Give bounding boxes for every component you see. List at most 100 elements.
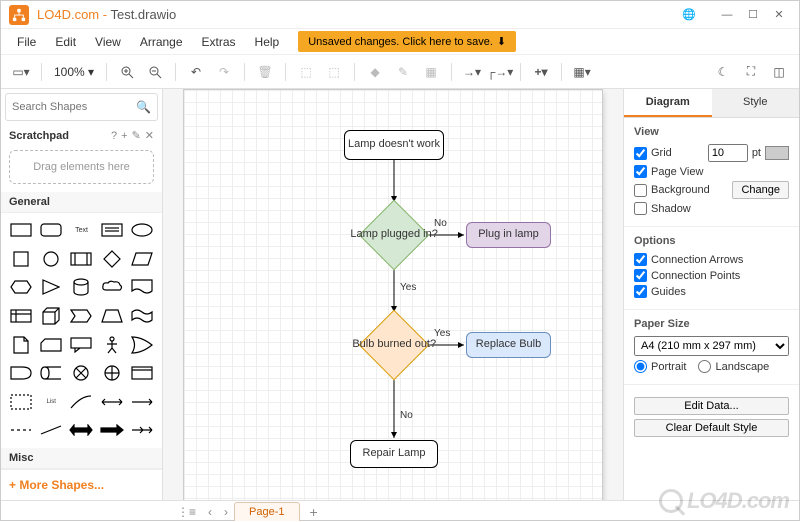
change-bg-button[interactable]: Change — [732, 181, 789, 199]
shape-triangle[interactable] — [37, 274, 65, 300]
delete-button[interactable]: 🗑 — [253, 60, 277, 84]
node-replace[interactable]: Replace Bulb — [466, 332, 551, 358]
shape-curve[interactable] — [67, 389, 95, 415]
maximize-button[interactable]: ☐ — [741, 8, 765, 21]
shape-trapezoid[interactable] — [98, 303, 126, 329]
node-start[interactable]: Lamp doesn't work — [344, 130, 444, 160]
waypoint-button[interactable]: ┌→▾ — [488, 60, 512, 84]
shape-link[interactable] — [128, 417, 156, 443]
shape-dashline[interactable] — [7, 417, 35, 443]
menu-view[interactable]: View — [87, 32, 129, 52]
shape-biarrow[interactable] — [98, 389, 126, 415]
shape-line[interactable] — [37, 417, 65, 443]
shape-and[interactable] — [7, 360, 35, 386]
next-page-button[interactable]: › — [218, 505, 234, 519]
grid-size-input[interactable] — [708, 144, 748, 162]
shape-text[interactable]: Text — [67, 217, 95, 243]
shape-parallelogram[interactable] — [128, 246, 156, 272]
pageview-checkbox[interactable] — [634, 165, 647, 178]
menu-arrange[interactable]: Arrange — [132, 32, 191, 52]
shape-cylinder[interactable] — [67, 274, 95, 300]
tab-diagram[interactable]: Diagram — [624, 89, 712, 117]
minimize-button[interactable]: — — [715, 9, 739, 21]
view-mode-button[interactable]: ▭▾ — [9, 60, 33, 84]
zoom-out-button[interactable] — [143, 60, 167, 84]
connection-button[interactable]: →▾ — [460, 60, 484, 84]
edit-icon[interactable]: ✎ — [132, 129, 141, 142]
add-page-button[interactable]: + — [300, 504, 328, 520]
canvas-page[interactable]: Lamp doesn't work Lamp plugged in? No Pl… — [183, 89, 603, 500]
canvas-area[interactable]: Lamp doesn't work Lamp plugged in? No Pl… — [163, 89, 623, 500]
menu-file[interactable]: File — [9, 32, 44, 52]
page-tab-1[interactable]: Page-1 — [234, 502, 299, 521]
portrait-radio[interactable] — [634, 360, 647, 373]
edit-data-button[interactable]: Edit Data... — [634, 397, 789, 415]
shape-arrow[interactable] — [128, 389, 156, 415]
help-icon[interactable]: ? — [111, 130, 117, 142]
zoom-in-button[interactable] — [115, 60, 139, 84]
shape-circle[interactable] — [37, 246, 65, 272]
shape-cube[interactable] — [37, 303, 65, 329]
shape-list2[interactable]: List — [37, 389, 65, 415]
add-icon[interactable]: + — [121, 130, 127, 142]
landscape-radio[interactable] — [698, 360, 711, 373]
undo-button[interactable]: ↶ — [184, 60, 208, 84]
shape-or[interactable] — [128, 332, 156, 358]
fill-color-button[interactable]: ◆ — [363, 60, 387, 84]
table-button[interactable]: ▦▾ — [570, 60, 594, 84]
insert-button[interactable]: +▾ — [529, 60, 553, 84]
conn-points-checkbox[interactable] — [634, 269, 647, 282]
shape-callout[interactable] — [67, 332, 95, 358]
grid-color-swatch[interactable] — [765, 146, 789, 160]
shape-diamond[interactable] — [98, 246, 126, 272]
menu-help[interactable]: Help — [247, 32, 288, 52]
shape-container[interactable] — [128, 360, 156, 386]
section-misc[interactable]: Misc — [1, 448, 162, 469]
shadow-checkbox[interactable] — [634, 202, 647, 215]
shape-document[interactable] — [128, 274, 156, 300]
shape-note[interactable] — [7, 332, 35, 358]
shape-hexagon[interactable] — [7, 274, 35, 300]
shape-list[interactable] — [7, 389, 35, 415]
search-input[interactable] — [12, 101, 136, 113]
tab-style[interactable]: Style — [712, 89, 800, 117]
close-button[interactable]: ✕ — [767, 8, 791, 21]
node-plugin[interactable]: Plug in lamp — [466, 222, 551, 248]
search-icon[interactable]: 🔍 — [136, 100, 151, 114]
pages-menu-button[interactable]: ⋮≡ — [171, 505, 202, 519]
shape-actor[interactable] — [98, 332, 126, 358]
shape-datastore[interactable] — [37, 360, 65, 386]
shape-block[interactable] — [98, 417, 126, 443]
shape-textbox[interactable] — [98, 217, 126, 243]
shape-step[interactable] — [67, 303, 95, 329]
shape-rounded[interactable] — [37, 217, 65, 243]
paper-size-select[interactable]: A4 (210 mm x 297 mm) — [634, 336, 789, 356]
shape-internal[interactable] — [7, 303, 35, 329]
grid-checkbox[interactable] — [634, 147, 647, 160]
shape-cloud[interactable] — [98, 274, 126, 300]
shape-ellipse[interactable] — [128, 217, 156, 243]
search-shapes[interactable]: 🔍 — [5, 93, 158, 121]
save-banner[interactable]: Unsaved changes. Click here to save. ⬇ — [298, 31, 516, 52]
shape-biblock[interactable] — [67, 417, 95, 443]
fullscreen-button[interactable]: ⛶ — [739, 60, 763, 84]
shape-xor[interactable] — [67, 360, 95, 386]
shape-process[interactable] — [67, 246, 95, 272]
node-repair[interactable]: Repair Lamp — [350, 440, 438, 468]
prev-page-button[interactable]: ‹ — [202, 505, 218, 519]
background-checkbox[interactable] — [634, 184, 647, 197]
clear-style-button[interactable]: Clear Default Style — [634, 419, 789, 437]
line-color-button[interactable]: ✎ — [391, 60, 415, 84]
more-shapes-button[interactable]: + More Shapes... — [1, 469, 162, 500]
to-front-button[interactable]: ⬚ — [294, 60, 318, 84]
shape-card[interactable] — [37, 332, 65, 358]
redo-button[interactable]: ↷ — [212, 60, 236, 84]
zoom-level[interactable]: 100% ▾ — [50, 65, 98, 79]
menu-extras[interactable]: Extras — [194, 32, 244, 52]
menu-edit[interactable]: Edit — [47, 32, 84, 52]
shadow-button[interactable]: ▦ — [419, 60, 443, 84]
globe-icon[interactable]: 🌐 — [677, 8, 701, 21]
scratchpad-dropzone[interactable]: Drag elements here — [9, 150, 154, 184]
shape-square[interactable] — [7, 246, 35, 272]
shape-tape[interactable] — [128, 303, 156, 329]
